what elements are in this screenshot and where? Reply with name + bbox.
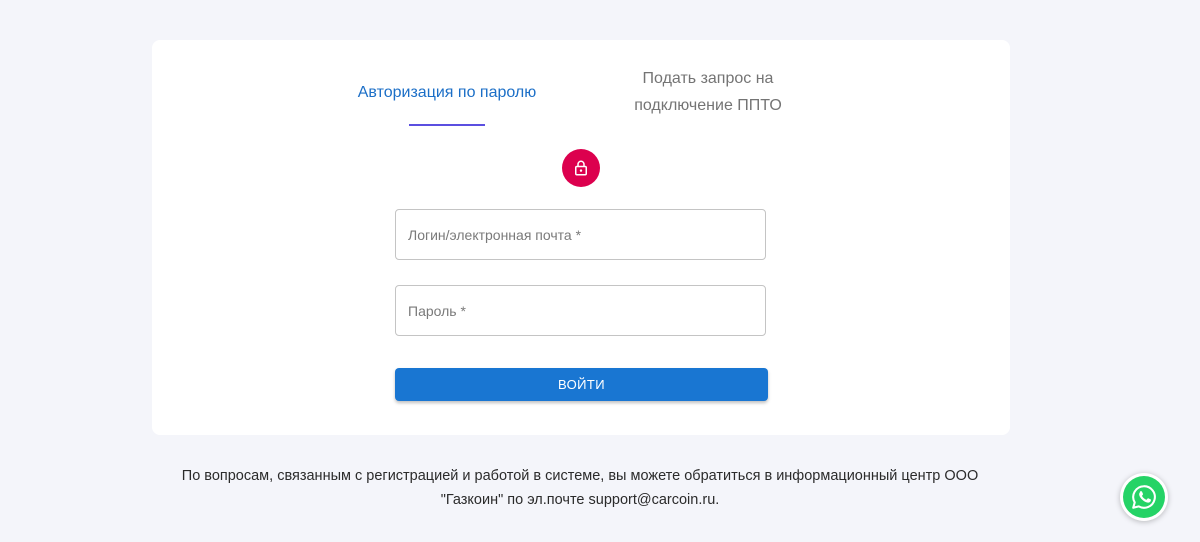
support-info: По вопросам, связанным с регистрацией и … <box>150 464 1010 512</box>
password-field[interactable] <box>395 285 766 336</box>
tab-password-login[interactable]: Авторизация по паролю <box>342 79 552 106</box>
tab-request-line-1: Подать запрос на <box>642 70 774 87</box>
lock-avatar <box>562 149 600 187</box>
support-info-line-2: "Газкоин" по эл.почте support@carcoin.ru… <box>440 492 720 508</box>
password-input[interactable] <box>396 286 765 335</box>
login-input[interactable] <box>396 210 765 259</box>
tab-password-login-label: Авторизация по паролю <box>357 84 537 101</box>
tab-request-line-2: подключение ППТО <box>634 97 782 114</box>
login-button[interactable]: ВОЙТИ <box>395 368 768 401</box>
active-tab-indicator <box>409 124 485 126</box>
support-info-line-1: По вопросам, связанным с регистрацией и … <box>181 468 979 484</box>
whatsapp-icon <box>1123 476 1165 518</box>
whatsapp-button[interactable] <box>1120 473 1168 521</box>
lock-icon <box>572 159 590 177</box>
login-field[interactable] <box>395 209 766 260</box>
login-card: Авторизация по паролю Подать запрос на п… <box>152 40 1010 435</box>
tab-request-connection[interactable]: Подать запрос на подключение ППТО <box>598 65 818 119</box>
